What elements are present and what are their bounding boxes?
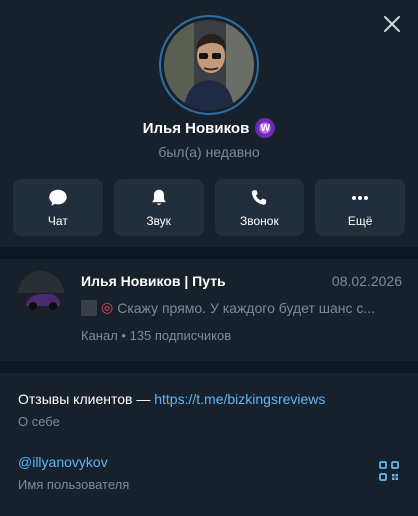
chat-label: Чат	[47, 214, 68, 228]
target-emoji-icon: ◎	[101, 299, 114, 315]
section-divider	[0, 361, 418, 373]
call-button[interactable]: Звонок	[214, 179, 305, 236]
about-section: Отзывы клиентов — https://t.me/bizkingsr…	[18, 391, 398, 429]
channel-name: Илья Новиков | Путь	[81, 273, 226, 289]
premium-badge-icon[interactable]: W	[255, 118, 276, 138]
channel-last-message: ◎ Скажу прямо. У каждого будет шанс с...	[81, 299, 401, 316]
channel-date: 08.02.2026	[331, 273, 402, 289]
media-thumbnail-icon	[81, 299, 97, 316]
more-label: Ещё	[347, 214, 373, 228]
avatar-image	[164, 20, 254, 110]
more-button[interactable]: Ещё	[315, 179, 405, 236]
chat-button[interactable]: Чат	[13, 179, 103, 236]
channel-avatar	[18, 271, 64, 317]
qr-code-button[interactable]	[378, 460, 400, 482]
reviews-link[interactable]: https://t.me/bizkingsreviews	[154, 391, 325, 407]
close-button[interactable]	[380, 12, 404, 36]
chat-icon	[49, 189, 67, 206]
channel-message-text: Скажу прямо. У каждого будет шанс с...	[117, 299, 376, 316]
about-label: О себе	[18, 414, 60, 429]
sound-button[interactable]: Звук	[113, 179, 204, 236]
bell-icon	[151, 189, 166, 206]
about-prefix: Отзывы клиентов —	[18, 391, 155, 407]
username-link[interactable]: @illyanovykov	[18, 454, 108, 470]
sound-label: Звук	[146, 214, 171, 228]
channel-meta: Канал • 135 подписчиков	[81, 328, 232, 343]
linked-channel[interactable]: Илья Новиков | Путь 08.02.2026 ◎ Скажу п…	[0, 259, 418, 361]
profile-avatar[interactable]	[159, 15, 259, 115]
section-divider	[0, 247, 418, 259]
more-icon	[352, 195, 369, 201]
action-bar: Чат Звук Звонок Ещё	[13, 179, 405, 236]
profile-name-row: Илья Новиков W	[0, 118, 418, 138]
username-label: Имя пользователя	[18, 477, 130, 492]
username-section: @illyanovykov Имя пользователя	[18, 454, 398, 492]
qr-code-icon	[379, 461, 399, 481]
close-icon	[384, 16, 400, 32]
profile-name: Илья Новиков	[142, 119, 250, 137]
about-text: Отзывы клиентов — https://t.me/bizkingsr…	[18, 391, 398, 407]
profile-status: был(а) недавно	[158, 144, 260, 160]
phone-icon	[252, 190, 267, 205]
call-label: Звонок	[240, 214, 279, 228]
